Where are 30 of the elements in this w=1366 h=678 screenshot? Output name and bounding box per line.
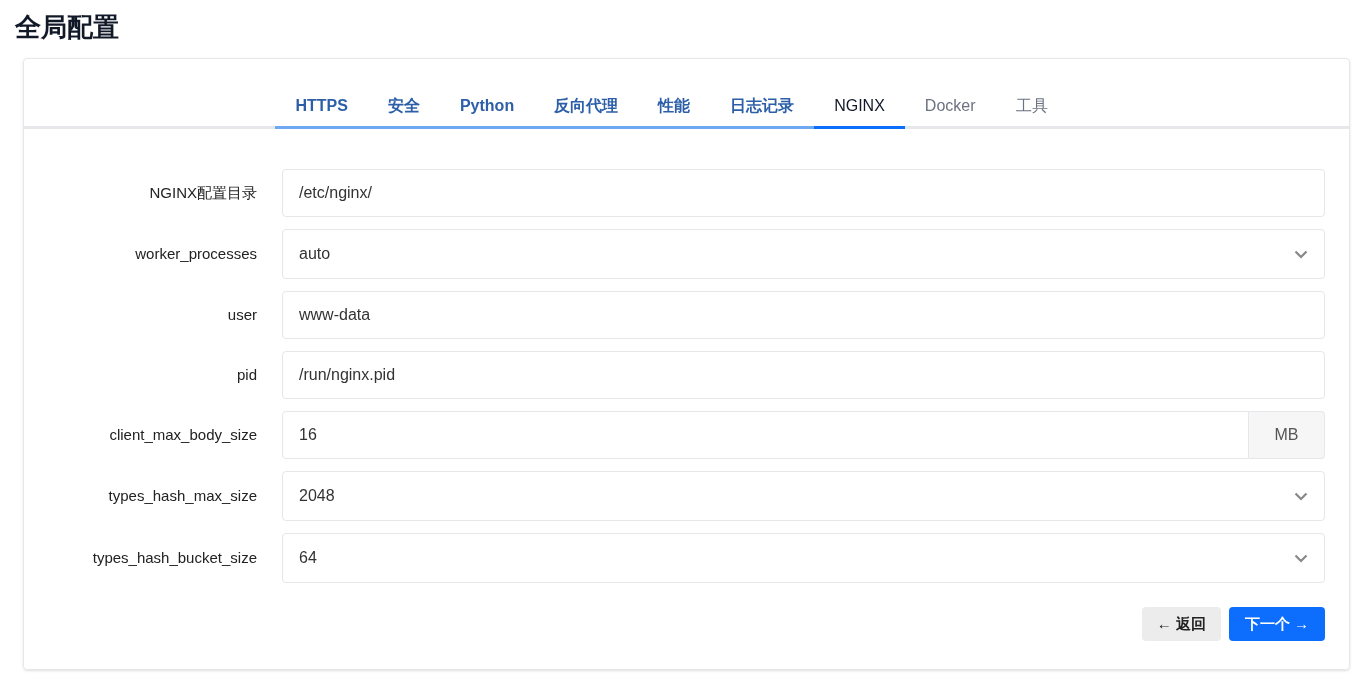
select-field[interactable]: auto [282,229,1325,279]
page-title: 全局配置 [15,11,119,44]
next-button[interactable]: 下一个 → [1228,607,1325,641]
input-field[interactable]: www-data [282,291,1325,339]
input-field[interactable]: /run/nginx.pid [282,351,1325,399]
unit-addon: MB [1249,411,1325,459]
field-label: user [226,304,257,325]
tab[interactable]: NGINX [814,91,905,129]
tab[interactable]: 安全 [367,91,440,129]
chevron-down-icon [1294,491,1308,501]
field-label: types_hash_max_size [107,485,257,506]
select-field[interactable]: 64 [282,533,1325,583]
chevron-down-icon [1294,553,1308,563]
field-label: client_max_body_size [108,424,257,445]
field-label: worker_processes [134,243,257,264]
tab[interactable]: 工具 [995,91,1068,129]
tab[interactable]: 性能 [638,91,711,129]
field-label: types_hash_bucket_size [91,547,257,568]
input-field[interactable]: 16 [282,411,1249,459]
chevron-down-icon [1294,249,1308,259]
tab[interactable]: Docker [904,91,996,129]
tab[interactable]: 日志记录 [710,91,815,129]
tab[interactable]: 反向代理 [534,91,639,129]
input-field[interactable]: /etc/nginx/ [282,169,1325,217]
tab[interactable]: HTTPS [275,91,368,129]
back-button[interactable]: ← 返回 [1141,607,1221,641]
field-label: pid [235,364,257,385]
field-label: NGINX配置目录 [148,182,257,203]
select-field[interactable]: 2048 [282,471,1325,521]
tab[interactable]: Python [439,91,535,129]
